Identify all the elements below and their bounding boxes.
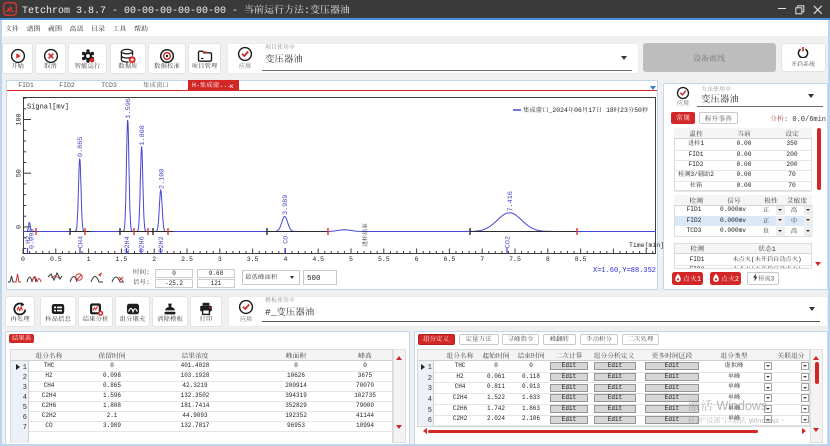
svg-text:C2H2: C2H2 <box>156 236 165 252</box>
svg-text:1.596: 1.596 <box>123 98 132 118</box>
svg-text:H2: H2 <box>23 236 32 244</box>
svg-text:50: 50 <box>14 169 23 177</box>
svg-text:进样结束: 进样结束 <box>361 223 369 247</box>
svg-text:0: 0 <box>14 225 23 229</box>
svg-text:2.100: 2.100 <box>156 169 165 189</box>
svg-text:Signal[mv]: Signal[mv] <box>27 102 69 111</box>
svg-text:7.416: 7.416 <box>505 191 514 211</box>
svg-text:C2H4: C2H4 <box>122 236 131 252</box>
svg-text:0.865: 0.865 <box>75 137 84 157</box>
svg-text:CO2: CO2 <box>502 236 511 248</box>
svg-text:集成窗口_2024年06月17日 18时23分50秒: 集成窗口_2024年06月17日 18时23分50秒 <box>523 106 649 114</box>
svg-text:C2H6: C2H6 <box>136 236 145 252</box>
svg-text:1.808: 1.808 <box>137 125 146 145</box>
svg-text:CH4: CH4 <box>75 236 84 248</box>
svg-text:100: 100 <box>14 113 23 125</box>
svg-text:3.989: 3.989 <box>280 195 289 215</box>
svg-text:CO: CO <box>280 236 289 244</box>
